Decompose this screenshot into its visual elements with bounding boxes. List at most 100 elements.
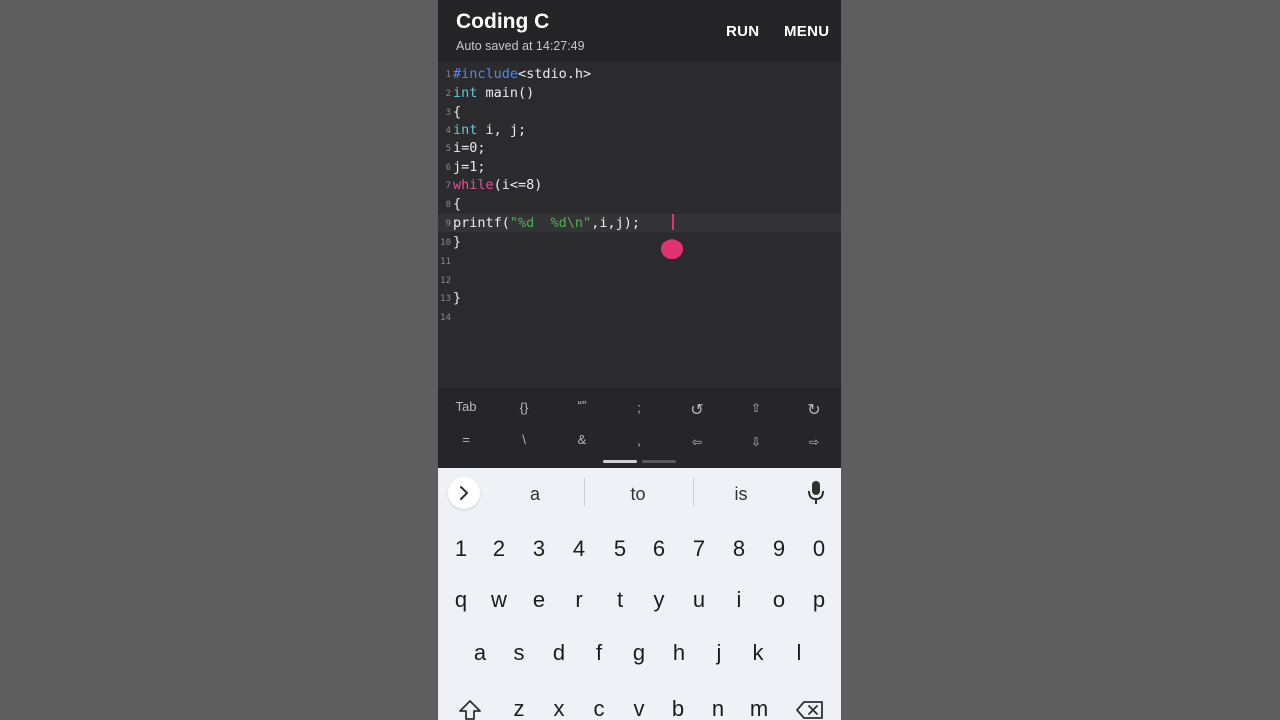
key[interactable]: h xyxy=(661,640,697,666)
key[interactable]: s xyxy=(501,640,537,666)
key[interactable]: v xyxy=(621,696,657,720)
symbol-key-backslash[interactable]: \ xyxy=(499,432,549,447)
line-number: 3 xyxy=(445,108,451,118)
key[interactable]: i xyxy=(721,587,757,613)
code-line[interactable]: 1 #include<stdio.h> xyxy=(438,65,841,83)
app-bar: Coding C Auto saved at 14:27:49 RUN MENU xyxy=(438,0,841,62)
key[interactable]: u xyxy=(681,587,717,613)
code-line[interactable]: 6 j=1; xyxy=(438,158,841,176)
key[interactable]: k xyxy=(740,640,776,666)
key[interactable]: y xyxy=(641,587,677,613)
redo-icon[interactable]: ↻ xyxy=(789,400,839,420)
microphone-icon[interactable] xyxy=(806,480,826,506)
line-number: 8 xyxy=(445,200,451,210)
symbol-key-equals[interactable]: = xyxy=(441,432,491,447)
line-text: i=0; xyxy=(453,140,486,156)
menu-button[interactable]: MENU xyxy=(784,23,829,40)
line-text: } xyxy=(453,234,462,250)
code-text: (i<=8) xyxy=(493,177,543,193)
chevron-right-icon xyxy=(460,486,468,500)
code-line[interactable]: 13 } xyxy=(438,289,841,307)
key[interactable]: 3 xyxy=(521,536,557,562)
key[interactable]: t xyxy=(602,587,638,613)
code-line[interactable]: 14 xyxy=(438,308,841,326)
text-cursor xyxy=(672,214,674,230)
key[interactable]: 0 xyxy=(801,536,837,562)
line-text: j=1; xyxy=(453,159,486,175)
arrow-down-icon[interactable]: ⇩ xyxy=(731,435,781,449)
phone-screen: Coding C Auto saved at 14:27:49 RUN MENU… xyxy=(438,0,841,720)
key[interactable]: n xyxy=(700,696,736,720)
arrow-right-icon[interactable]: ⇨ xyxy=(789,435,839,449)
suggestion[interactable]: a xyxy=(495,484,575,505)
symbol-key-tab[interactable]: Tab xyxy=(441,399,491,414)
code-line[interactable]: 3 { xyxy=(438,103,841,121)
key[interactable]: b xyxy=(660,696,696,720)
key[interactable]: 5 xyxy=(602,536,638,562)
symbol-key-comma[interactable]: , xyxy=(614,433,664,448)
key[interactable]: j xyxy=(701,640,737,666)
suggestion-divider xyxy=(693,478,694,506)
code-line[interactable]: 5 i=0; xyxy=(438,139,841,157)
key[interactable]: e xyxy=(521,587,557,613)
string-literal: "%d %d\n" xyxy=(509,215,592,231)
symbol-key-quotes[interactable]: “” xyxy=(557,398,607,413)
autosave-status: Auto saved at 14:27:49 xyxy=(456,39,585,53)
key[interactable]: 1 xyxy=(443,536,479,562)
key[interactable]: 6 xyxy=(641,536,677,562)
key[interactable]: 7 xyxy=(681,536,717,562)
suggestion[interactable]: is xyxy=(701,484,781,505)
code-line[interactable]: 8 { xyxy=(438,195,841,213)
line-number: 10 xyxy=(440,238,451,248)
key[interactable]: f xyxy=(581,640,617,666)
shift-icon[interactable] xyxy=(458,698,482,720)
key[interactable]: q xyxy=(443,587,479,613)
key[interactable]: w xyxy=(481,587,517,613)
keyword: #include xyxy=(453,66,519,82)
key[interactable]: a xyxy=(462,640,498,666)
expand-suggestions-button[interactable] xyxy=(448,477,480,509)
keyword: while xyxy=(453,177,494,193)
code-line-active[interactable]: 9 printf("%d %d\n",i,j); xyxy=(438,214,841,232)
code-line[interactable]: 2 int main() xyxy=(438,84,841,102)
key[interactable]: p xyxy=(801,587,837,613)
cursor-handle-icon[interactable] xyxy=(661,235,683,259)
line-text: int main() xyxy=(453,85,534,101)
soft-keyboard: a to is 1 2 3 4 5 6 7 8 9 0 q w e r t y … xyxy=(438,468,841,720)
key[interactable]: 9 xyxy=(761,536,797,562)
symbol-key-braces[interactable]: {} xyxy=(499,400,549,415)
arrow-left-icon[interactable]: ⇦ xyxy=(672,435,722,449)
line-number: 4 xyxy=(445,126,451,136)
line-number: 7 xyxy=(445,181,451,191)
line-number: 6 xyxy=(445,163,451,173)
key[interactable]: z xyxy=(501,696,537,720)
key[interactable]: o xyxy=(761,587,797,613)
key[interactable]: c xyxy=(581,696,617,720)
key[interactable]: g xyxy=(621,640,657,666)
backspace-icon[interactable] xyxy=(796,700,824,720)
key[interactable]: l xyxy=(781,640,817,666)
key[interactable]: r xyxy=(561,587,597,613)
symbol-bar: Tab {} “” ; ↺ ⇧ ↻ = \ & , ⇦ ⇩ ⇨ xyxy=(438,388,841,468)
code-line[interactable]: 12 xyxy=(438,271,841,289)
code-text: <stdio.h> xyxy=(518,66,592,82)
key[interactable]: 4 xyxy=(561,536,597,562)
page-indicator-active xyxy=(603,460,637,463)
code-line[interactable]: 11 xyxy=(438,252,841,270)
line-text: #include<stdio.h> xyxy=(453,66,591,82)
shift-up-icon[interactable]: ⇧ xyxy=(731,401,781,415)
key[interactable]: d xyxy=(541,640,577,666)
code-line[interactable]: 7 while(i<=8) xyxy=(438,176,841,194)
key[interactable]: 8 xyxy=(721,536,757,562)
run-button[interactable]: RUN xyxy=(726,23,759,40)
code-editor[interactable]: 1 #include<stdio.h> 2 int main() 3 { 4 i… xyxy=(438,62,841,388)
symbol-key-ampersand[interactable]: & xyxy=(557,432,607,447)
undo-icon[interactable]: ↺ xyxy=(672,400,722,420)
symbol-key-semicolon[interactable]: ; xyxy=(614,400,664,415)
code-line[interactable]: 10 } xyxy=(438,233,841,251)
code-line[interactable]: 4 int i, j; xyxy=(438,121,841,139)
key[interactable]: 2 xyxy=(481,536,517,562)
suggestion[interactable]: to xyxy=(598,484,678,505)
key[interactable]: m xyxy=(741,696,777,720)
key[interactable]: x xyxy=(541,696,577,720)
